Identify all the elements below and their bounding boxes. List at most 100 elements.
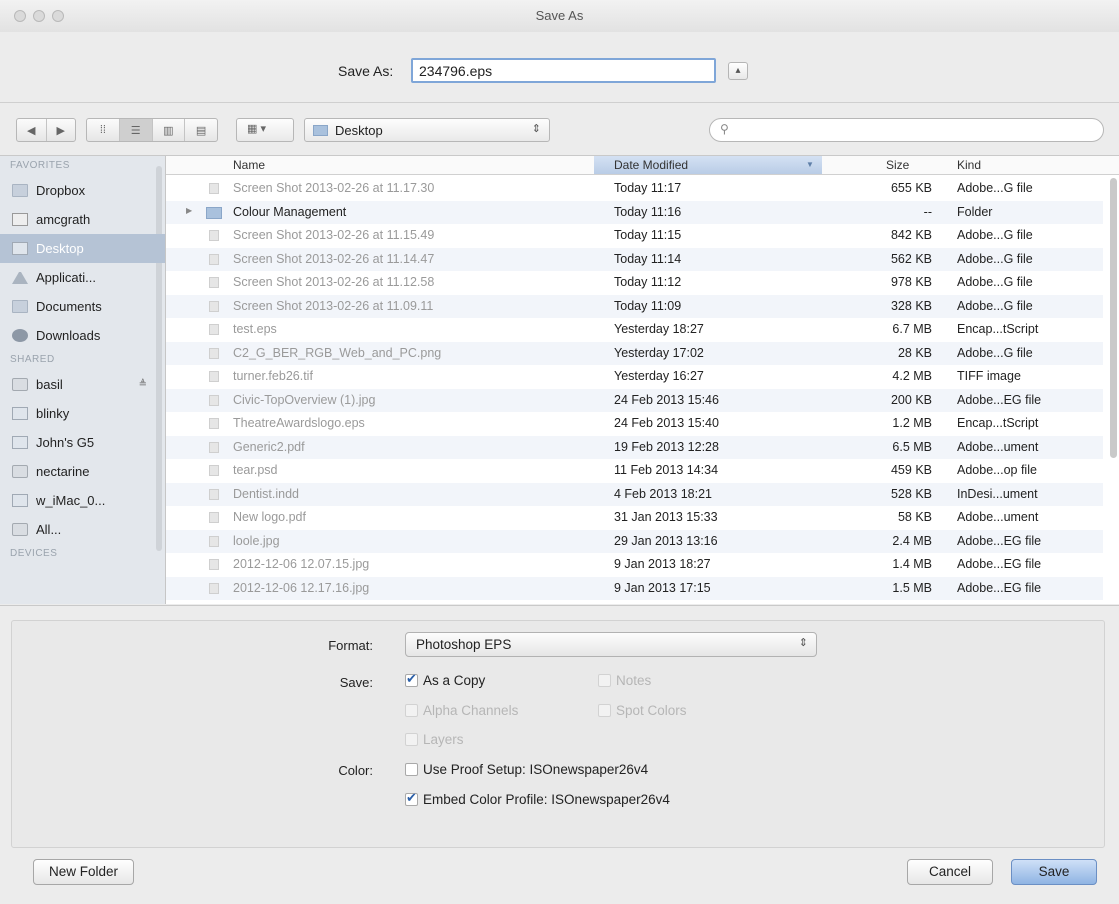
file-kind: Folder bbox=[957, 204, 993, 219]
file-kind: Adobe...G file bbox=[957, 228, 1033, 242]
file-date: Today 11:09 bbox=[614, 298, 682, 313]
disclosure-triangle-icon[interactable]: ▶ bbox=[186, 206, 192, 215]
back-arrow-icon[interactable]: ◀ bbox=[17, 119, 47, 141]
checkbox-box bbox=[405, 733, 418, 746]
file-size: 562 KB bbox=[890, 251, 932, 266]
save-button[interactable]: Save bbox=[1011, 859, 1097, 885]
sidebar-section-header: FAVORITES bbox=[10, 160, 70, 171]
file-name: Dentist.indd bbox=[233, 486, 300, 501]
sidebar-item-label: Applicati... bbox=[36, 270, 96, 285]
view-mode-buttons: ⁞⁞ ☰ ▥ ▤ bbox=[86, 118, 218, 142]
title-bar: Save As bbox=[0, 0, 1119, 33]
file-kind: Adobe...ument bbox=[957, 439, 1039, 454]
sidebar-item[interactable]: basil ≜ bbox=[0, 370, 165, 399]
file-icon bbox=[209, 253, 219, 265]
file-icon bbox=[209, 535, 219, 547]
file-name: New logo.pdf bbox=[233, 510, 306, 524]
sidebar-item[interactable]: nectarine bbox=[0, 457, 165, 486]
file-size: 1.5 MB bbox=[892, 580, 932, 595]
file-name: tear.psd bbox=[233, 463, 278, 477]
file-icon bbox=[209, 559, 219, 570]
embed-color-profile-checkbox[interactable]: Embed Color Profile: ISOnewspaper26v4 bbox=[405, 790, 670, 807]
location-popup[interactable]: Desktop ⇕ bbox=[304, 118, 550, 142]
file-row[interactable]: ▶ Colour Management Today 11:16 -- Folder bbox=[166, 200, 1103, 224]
file-name: Screen Shot 2013-02-26 at 11.15.49 bbox=[233, 228, 435, 242]
eject-icon[interactable]: ≜ bbox=[139, 379, 147, 390]
sidebar: FAVORITES Dropbox amcgrath Desktop Applicati… bbox=[0, 156, 166, 604]
sidebar-item[interactable]: Documents bbox=[0, 292, 165, 321]
sidebar-item-label: nectarine bbox=[36, 464, 90, 479]
sidebar-item[interactable]: John's G5 bbox=[0, 428, 165, 457]
sidebar-item-label: w_iMac_0... bbox=[36, 493, 106, 508]
file-kind: Adobe...G file bbox=[957, 345, 1033, 360]
file-name: loole.jpg bbox=[233, 533, 280, 548]
alpha-channels-checkbox: Alpha Channels bbox=[405, 703, 518, 718]
filename-input[interactable]: 234796.eps bbox=[411, 58, 716, 83]
file-row: New logo.pdf 31 Jan 2013 15:33 58 KB Adobe.… bbox=[166, 506, 1103, 530]
sidebar-item[interactable]: w_iMac_0... bbox=[0, 486, 165, 515]
file-size: 459 KB bbox=[890, 463, 932, 477]
file-date: Today 11:12 bbox=[614, 275, 682, 289]
file-icon bbox=[209, 465, 219, 476]
column-header-date-modified[interactable]: Date Modified bbox=[614, 158, 688, 172]
sidebar-item[interactable]: All... bbox=[0, 515, 165, 544]
window-title: Save As bbox=[535, 8, 584, 23]
network-icon bbox=[12, 523, 28, 536]
folder-icon bbox=[313, 125, 328, 136]
list-view-icon[interactable]: ☰ bbox=[119, 119, 153, 141]
file-size: 1.4 MB bbox=[892, 557, 932, 571]
cancel-button[interactable]: Cancel bbox=[907, 859, 993, 885]
file-name: Screen Shot 2013-02-26 at 11.12.58 bbox=[233, 275, 435, 289]
arrange-menu[interactable]: ▦ ▾ bbox=[236, 118, 294, 142]
column-view-icon[interactable]: ▥ bbox=[153, 119, 186, 141]
sidebar-item[interactable]: Dropbox bbox=[0, 176, 165, 205]
save-options-label: Save: bbox=[339, 675, 373, 690]
file-size: 328 KB bbox=[890, 298, 932, 313]
filename-row: Save As: 234796.eps ▴ bbox=[0, 32, 1119, 103]
file-kind: Adobe...ument bbox=[957, 510, 1039, 524]
checkbox-box bbox=[405, 763, 418, 776]
save-as-label: Save As: bbox=[338, 63, 394, 79]
use-proof-setup-label: Use Proof Setup: ISOnewspaper26v4 bbox=[423, 762, 649, 777]
file-icon bbox=[209, 512, 219, 523]
column-header-kind[interactable]: Kind bbox=[957, 158, 981, 172]
column-header-name[interactable]: Name bbox=[233, 158, 265, 172]
coverflow-view-icon[interactable]: ▤ bbox=[185, 119, 217, 141]
browser-toolbar: ◀ ▶ ⁞⁞ ☰ ▥ ▤ ▦ ▾ Desktop ⇕ ⚲ bbox=[0, 103, 1119, 156]
file-kind: InDesi...ument bbox=[957, 486, 1038, 501]
as-a-copy-label: As a Copy bbox=[423, 673, 486, 688]
file-date: 31 Jan 2013 15:33 bbox=[614, 510, 718, 524]
file-icon bbox=[209, 230, 219, 241]
notes-checkbox: Notes bbox=[598, 673, 651, 688]
format-value: Photoshop EPS bbox=[416, 637, 512, 652]
expand-dialog-button[interactable]: ▴ bbox=[728, 62, 748, 80]
checkmark-icon bbox=[405, 671, 418, 687]
file-list-scrollbar[interactable] bbox=[1110, 178, 1117, 458]
as-a-copy-checkbox[interactable]: As a Copy bbox=[405, 671, 486, 688]
file-size: 2.4 MB bbox=[892, 533, 932, 548]
sidebar-item[interactable]: Applicati... bbox=[0, 263, 165, 292]
sidebar-item[interactable]: Desktop bbox=[0, 234, 165, 263]
file-date: 4 Feb 2013 18:21 bbox=[614, 486, 712, 501]
column-header-size[interactable]: Size bbox=[886, 158, 909, 172]
home-icon bbox=[12, 213, 28, 226]
sidebar-item[interactable]: blinky bbox=[0, 399, 165, 428]
file-date: Today 11:15 bbox=[614, 228, 682, 242]
file-date: Today 11:17 bbox=[614, 181, 682, 195]
format-select[interactable]: Photoshop EPS ⇕ bbox=[405, 632, 817, 657]
file-size: 655 KB bbox=[890, 181, 932, 195]
file-size: 978 KB bbox=[890, 275, 932, 289]
new-folder-button[interactable]: New Folder bbox=[33, 859, 134, 885]
alpha-channels-label: Alpha Channels bbox=[423, 703, 519, 718]
list-header: Name Date Modified ▼ Size Kind bbox=[166, 156, 1119, 175]
use-proof-setup-checkbox[interactable]: Use Proof Setup: ISOnewspaper26v4 bbox=[405, 762, 648, 777]
sidebar-item[interactable]: Downloads bbox=[0, 321, 165, 350]
sidebar-item-label: Desktop bbox=[36, 241, 84, 256]
search-field[interactable]: ⚲ bbox=[709, 118, 1104, 142]
file-name: 2012-12-06 12.07.15.jpg bbox=[233, 557, 370, 571]
forward-arrow-icon[interactable]: ▶ bbox=[47, 119, 76, 141]
icon-view-icon[interactable]: ⁞⁞ bbox=[87, 119, 120, 141]
file-size: 1.2 MB bbox=[892, 416, 932, 430]
folder-icon bbox=[12, 184, 28, 197]
sidebar-item[interactable]: amcgrath bbox=[0, 205, 165, 234]
